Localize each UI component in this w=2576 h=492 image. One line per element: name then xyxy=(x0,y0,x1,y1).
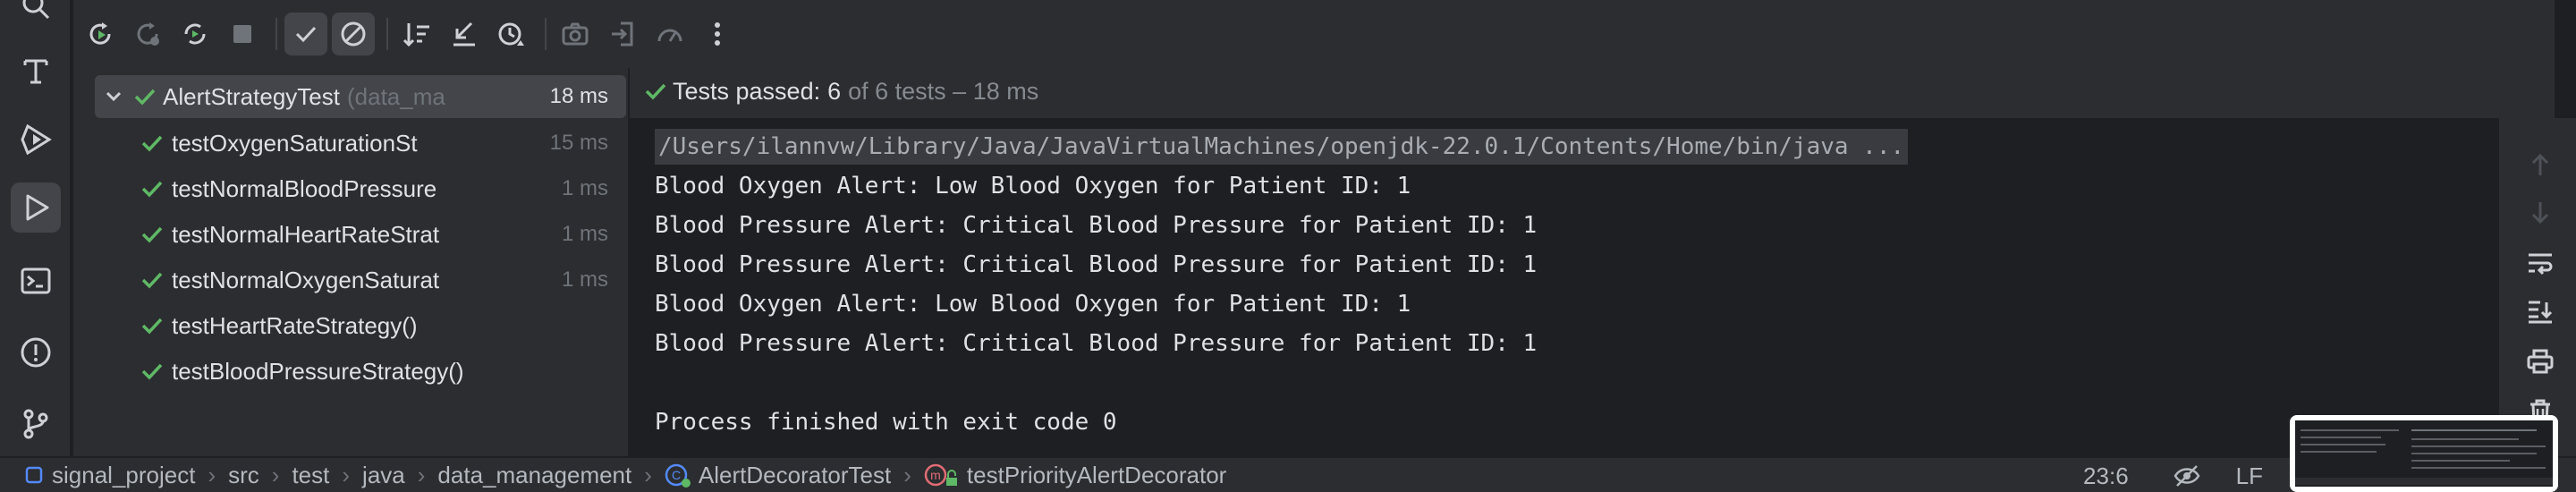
breadcrumb-package[interactable]: data_management xyxy=(437,462,631,489)
breadcrumb-java[interactable]: java xyxy=(362,462,405,489)
navigation-bar: signal_project › src › test › java › dat… xyxy=(0,456,2576,492)
test-method-duration: 1 ms xyxy=(561,267,608,292)
console-line: Blood Pressure Alert: Critical Blood Pre… xyxy=(655,251,1538,278)
test-class-package: (data_ma xyxy=(346,82,445,110)
status-label: Tests passed: xyxy=(673,77,821,105)
passed-check-icon xyxy=(132,133,172,153)
terminal-icon[interactable] xyxy=(11,256,61,306)
chevron-right-icon: › xyxy=(208,461,216,488)
chevron-right-icon: › xyxy=(417,461,426,488)
test-method-name: testNormalOxygenSaturat xyxy=(172,266,440,293)
sort-alphabetically-icon[interactable] xyxy=(395,13,438,55)
method-icon: m xyxy=(924,462,960,488)
run-icon[interactable] xyxy=(11,182,61,233)
inspections-icon[interactable] xyxy=(2174,464,2200,488)
passed-check-icon xyxy=(639,81,673,101)
test-method-duration: 1 ms xyxy=(561,222,608,246)
console-line: Blood Oxygen Alert: Low Blood Oxygen for… xyxy=(655,173,1411,199)
test-status-bar: Tests passed: 6 of 6 tests – 18 ms xyxy=(639,72,1038,111)
console-actions xyxy=(2499,118,2576,456)
tool-window-stripe xyxy=(0,0,72,456)
status-summary: of 6 tests – 18 ms xyxy=(848,77,1039,105)
breadcrumb-class[interactable]: AlertDecoratorTest xyxy=(699,462,891,489)
test-method-name: testHeartRateStrategy() xyxy=(172,311,418,339)
console-line: Blood Pressure Alert: Critical Blood Pre… xyxy=(655,212,1538,239)
chevron-right-icon: › xyxy=(342,461,351,488)
test-results-tree: AlertStrategyTest (data_ma 18 ms testOxy… xyxy=(95,75,626,456)
passed-check-icon xyxy=(132,361,172,381)
structure-icon[interactable] xyxy=(11,47,61,97)
test-class-duration: 18 ms xyxy=(542,84,608,109)
passed-check-icon xyxy=(132,179,172,199)
svg-text:C: C xyxy=(672,468,681,482)
rerun-automatically-icon[interactable] xyxy=(174,13,216,55)
window-preview-thumbnail[interactable] xyxy=(2290,415,2558,492)
passed-check-icon xyxy=(127,87,163,106)
chevron-down-icon[interactable] xyxy=(100,90,127,103)
tree-root-row[interactable]: AlertStrategyTest (data_ma 18 ms xyxy=(95,75,626,118)
screenshot-icon[interactable] xyxy=(554,13,597,55)
test-class-name: AlertStrategyTest xyxy=(163,82,340,110)
svg-text:m: m xyxy=(930,468,941,482)
breadcrumb-test[interactable]: test xyxy=(292,462,329,489)
chevron-right-icon: › xyxy=(271,461,280,488)
java-command-line[interactable]: /Users/ilannvw/Library/Java/JavaVirtualM… xyxy=(655,129,1909,165)
line-separator[interactable]: LF xyxy=(2236,462,2263,490)
search-icon[interactable] xyxy=(11,0,61,30)
more-options-icon[interactable] xyxy=(696,13,739,55)
breadcrumb-project[interactable]: signal_project xyxy=(52,462,195,489)
passed-check-icon xyxy=(132,316,172,335)
scroll-to-end-icon[interactable] xyxy=(2521,292,2560,331)
test-method-row[interactable]: testNormalHeartRateStrat 1 ms xyxy=(95,213,626,256)
coverage-icon[interactable] xyxy=(648,13,691,55)
test-method-name: testNormalHeartRateStrat xyxy=(172,220,440,248)
test-method-name: testOxygenSaturationSt xyxy=(172,129,418,157)
services-icon[interactable] xyxy=(11,115,61,165)
rerun-failed-icon[interactable] xyxy=(126,13,169,55)
run-tool-window: AlertStrategyTest (data_ma 18 ms testOxy… xyxy=(73,0,2576,456)
passed-check-icon xyxy=(132,270,172,290)
sort-by-duration-icon[interactable] xyxy=(490,13,533,55)
caret-position[interactable]: 23:6 xyxy=(2083,462,2129,490)
status-count: 6 xyxy=(827,77,842,105)
passed-check-icon xyxy=(132,225,172,244)
module-icon xyxy=(25,466,47,484)
console-output[interactable]: /Users/ilannvw/Library/Java/JavaVirtualM… xyxy=(630,118,2499,456)
problems-icon[interactable] xyxy=(11,327,61,377)
show-passed-icon[interactable] xyxy=(284,13,327,55)
arrow-down-icon[interactable] xyxy=(2521,193,2560,233)
stop-icon[interactable] xyxy=(221,13,264,55)
run-toolbar xyxy=(73,0,2555,68)
breadcrumb-src[interactable]: src xyxy=(228,462,259,489)
test-method-row[interactable]: testBloodPressureStrategy() xyxy=(95,350,626,393)
console-line: Blood Oxygen Alert: Low Blood Oxygen for… xyxy=(655,291,1411,318)
toolbar-separator xyxy=(545,18,547,50)
console-line: Blood Pressure Alert: Critical Blood Pre… xyxy=(655,330,1538,357)
show-ignored-icon[interactable] xyxy=(332,13,375,55)
test-method-name: testNormalBloodPressure xyxy=(172,174,437,202)
toolbar-separator xyxy=(275,18,277,50)
console-line: Process finished with exit code 0 xyxy=(655,409,1117,436)
test-method-duration: 15 ms xyxy=(549,131,608,155)
rerun-icon[interactable] xyxy=(79,13,122,55)
test-class-icon: C xyxy=(665,462,691,488)
git-icon[interactable] xyxy=(11,399,61,449)
soft-wrap-icon[interactable] xyxy=(2521,243,2560,283)
test-method-duration: 1 ms xyxy=(561,176,608,200)
breadcrumb-method[interactable]: testPriorityAlertDecorator xyxy=(967,462,1226,489)
test-method-row[interactable]: testHeartRateStrategy() xyxy=(95,304,626,347)
test-method-row[interactable]: testOxygenSaturationSt 15 ms xyxy=(95,122,626,165)
import-tests-icon[interactable] xyxy=(601,13,644,55)
toolbar-separator xyxy=(386,18,388,50)
print-icon[interactable] xyxy=(2521,342,2560,381)
test-method-row[interactable]: testNormalBloodPressure 1 ms xyxy=(95,167,626,210)
chevron-right-icon: › xyxy=(644,461,652,488)
arrow-up-icon[interactable] xyxy=(2521,145,2560,184)
test-method-row[interactable]: testNormalOxygenSaturat 1 ms xyxy=(95,259,626,301)
collapse-all-icon[interactable] xyxy=(443,13,486,55)
window-preview-image xyxy=(2295,420,2553,487)
chevron-right-icon: › xyxy=(903,461,911,488)
test-method-name: testBloodPressureStrategy() xyxy=(172,357,464,385)
